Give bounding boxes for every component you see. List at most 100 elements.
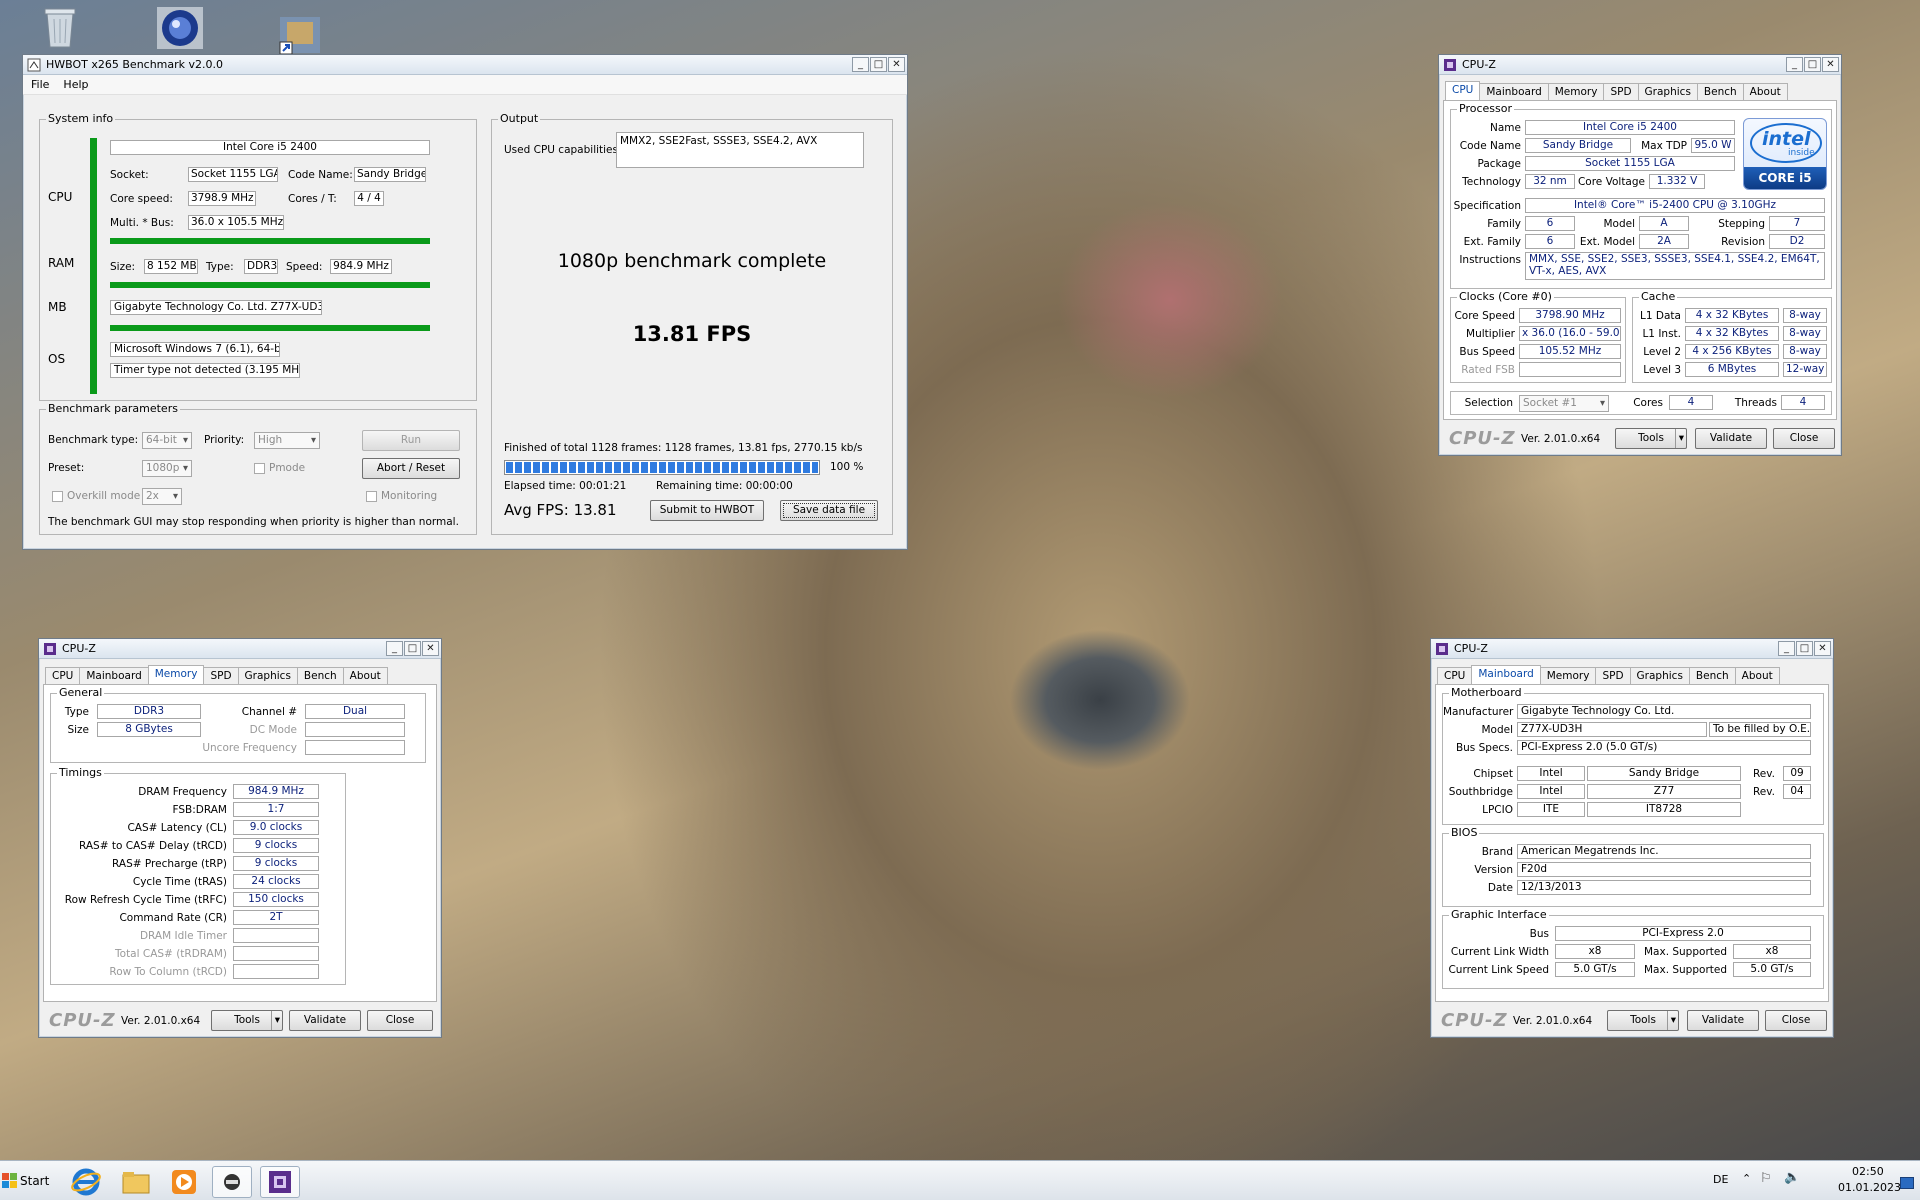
tab-graphics[interactable]: Graphics xyxy=(237,667,298,684)
family-label: Family xyxy=(1487,218,1521,230)
tab-spd[interactable]: SPD xyxy=(1603,83,1639,100)
tab-graphics[interactable]: Graphics xyxy=(1637,83,1698,100)
menu-file[interactable]: File xyxy=(31,78,49,91)
cpuz-taskbar-icon[interactable] xyxy=(260,1166,300,1198)
tab-cpu[interactable]: CPU xyxy=(1437,667,1473,684)
avg-fps: Avg FPS: 13.81 xyxy=(504,501,617,519)
southbridge-rev-label: Rev. xyxy=(1752,786,1775,798)
tab-cpu[interactable]: CPU xyxy=(45,667,81,684)
stepping-label: Stepping xyxy=(1718,218,1765,230)
tab-memory[interactable]: Memory xyxy=(1539,667,1597,684)
multi-field: 36.0 x 105.5 MHz xyxy=(188,215,284,230)
timing-label: DRAM Idle Timer xyxy=(139,930,227,942)
benchmark-type-select[interactable]: 64-bit xyxy=(142,432,192,449)
submit-hwbot-button[interactable]: Submit to HWBOT xyxy=(650,500,764,521)
hwbot-icon[interactable] xyxy=(155,5,205,50)
minimize-button[interactable]: _ xyxy=(386,641,403,656)
tab-memory[interactable]: Memory xyxy=(1547,83,1605,100)
maximize-button[interactable]: □ xyxy=(1796,641,1813,656)
tab-about[interactable]: About xyxy=(1734,667,1780,684)
maximize-button[interactable]: □ xyxy=(1804,57,1821,72)
clock-time[interactable]: 02:50 xyxy=(1852,1165,1884,1178)
minimize-button[interactable]: _ xyxy=(1786,57,1803,72)
cpuz-titlebar[interactable]: CPU-Z _ □ ✕ xyxy=(1439,55,1841,75)
preset-select[interactable]: 1080p xyxy=(142,460,192,477)
close-button[interactable]: ✕ xyxy=(888,57,905,72)
language-indicator[interactable]: DE xyxy=(1713,1173,1728,1186)
uncore-label: Uncore Frequency xyxy=(202,742,297,754)
tab-mainboard[interactable]: Mainboard xyxy=(1471,665,1541,684)
model-oem-field: To be filled by O.E.M. xyxy=(1709,722,1811,737)
bios-date-field: 12/13/2013 xyxy=(1517,880,1811,895)
media-player-icon[interactable] xyxy=(164,1166,204,1198)
save-data-button[interactable]: Save data file xyxy=(780,500,878,521)
minimize-button[interactable]: _ xyxy=(1778,641,1795,656)
tools-button[interactable]: Tools ▾ xyxy=(1607,1010,1679,1031)
cpu-caps-label: Used CPU capabilities: xyxy=(504,144,622,156)
tab-about[interactable]: About xyxy=(1742,83,1788,100)
tab-spd[interactable]: SPD xyxy=(203,667,239,684)
abort-reset-button[interactable]: Abort / Reset xyxy=(362,458,460,479)
cpuz-tab-panel: Processor Name Intel Core i5 2400 Code N… xyxy=(1443,100,1837,420)
timing-label: Total CAS# (tRDRAM) xyxy=(115,948,227,960)
tab-about[interactable]: About xyxy=(342,667,388,684)
hwbot-titlebar[interactable]: HWBOT x265 Benchmark v2.0.0 _ □ ✕ xyxy=(23,55,907,75)
tab-bench[interactable]: Bench xyxy=(1696,83,1744,100)
ram-divider xyxy=(110,282,430,288)
cpuz-titlebar[interactable]: CPU-Z _ □ ✕ xyxy=(39,639,441,659)
priority-select[interactable]: High xyxy=(254,432,320,449)
overkill-select[interactable]: 2x xyxy=(142,488,182,505)
shortcut-icon[interactable] xyxy=(275,12,325,57)
file-explorer-icon[interactable] xyxy=(116,1166,156,1198)
monitoring-checkbox[interactable]: Monitoring xyxy=(366,490,437,502)
tab-mainboard[interactable]: Mainboard xyxy=(1479,83,1549,100)
start-button[interactable]: Start xyxy=(2,1167,52,1195)
instructions-field: MMX, SSE, SSE2, SSE3, SSSE3, SSE4.1, SSE… xyxy=(1525,252,1825,280)
volume-icon[interactable]: 🔈 xyxy=(1784,1170,1800,1185)
max-width-field: x8 xyxy=(1733,944,1811,959)
cpuz-titlebar[interactable]: CPU-Z _ □ ✕ xyxy=(1431,639,1833,659)
cpuz-app-icon xyxy=(1443,58,1457,72)
tab-graphics[interactable]: Graphics xyxy=(1629,667,1690,684)
overkill-checkbox[interactable]: Overkill mode xyxy=(52,490,140,502)
tab-cpu[interactable]: CPU xyxy=(1445,81,1481,100)
maximize-button[interactable]: □ xyxy=(870,57,887,72)
tab-memory[interactable]: Memory xyxy=(147,665,205,684)
show-hidden-icons-icon[interactable]: ⌃ xyxy=(1742,1172,1751,1185)
hwbot-taskbar-icon[interactable] xyxy=(212,1166,252,1198)
tab-spd[interactable]: SPD xyxy=(1595,667,1631,684)
rated-fsb-field xyxy=(1519,362,1621,377)
maximize-button[interactable]: □ xyxy=(404,641,421,656)
tab-bench[interactable]: Bench xyxy=(1688,667,1736,684)
close-button[interactable]: ✕ xyxy=(1822,57,1839,72)
close-button[interactable]: Close xyxy=(1773,428,1835,449)
show-desktop-button[interactable] xyxy=(1900,1177,1914,1189)
menu-help[interactable]: Help xyxy=(63,78,88,91)
validate-button[interactable]: Validate xyxy=(1687,1010,1759,1031)
close-button[interactable]: ✕ xyxy=(1814,641,1831,656)
minimize-button[interactable]: _ xyxy=(852,57,869,72)
uncore-field xyxy=(305,740,405,755)
ram-speed-field: 984.9 MHz xyxy=(330,259,392,274)
action-center-flag-icon[interactable]: ⚐ xyxy=(1760,1171,1772,1186)
close-button[interactable]: Close xyxy=(367,1010,433,1031)
run-button[interactable]: Run xyxy=(362,430,460,451)
tab-bench[interactable]: Bench xyxy=(296,667,344,684)
timing-value xyxy=(233,928,319,943)
tools-button[interactable]: Tools ▾ xyxy=(1615,428,1687,449)
package-label: Package xyxy=(1477,158,1521,170)
selection-select[interactable]: Socket #1 xyxy=(1519,395,1609,412)
cpu-caps-field: MMX2, SSE2Fast, SSSE3, SSE4.2, AVX xyxy=(616,132,864,168)
pmode-checkbox[interactable]: Pmode xyxy=(254,462,305,474)
tab-mainboard[interactable]: Mainboard xyxy=(79,667,149,684)
validate-button[interactable]: Validate xyxy=(289,1010,361,1031)
tools-button[interactable]: Tools ▾ xyxy=(211,1010,283,1031)
recycle-bin-icon[interactable] xyxy=(35,5,85,50)
internet-explorer-icon[interactable] xyxy=(66,1166,106,1198)
validate-button[interactable]: Validate xyxy=(1695,428,1767,449)
rated-fsb-label: Rated FSB xyxy=(1461,364,1515,376)
close-button[interactable]: Close xyxy=(1765,1010,1827,1031)
timing-value: 2T xyxy=(233,910,319,925)
close-button[interactable]: ✕ xyxy=(422,641,439,656)
clock-date[interactable]: 01.01.2023 xyxy=(1838,1181,1901,1194)
